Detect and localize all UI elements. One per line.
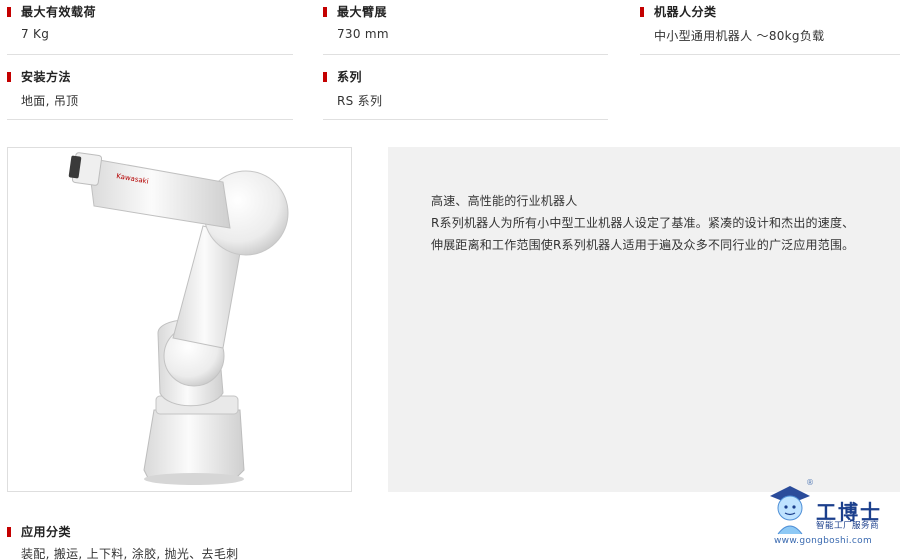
spec-reach: 最大臂展 730 mm — [323, 3, 608, 55]
bullet-marker — [323, 6, 327, 17]
bullet-marker — [7, 526, 11, 537]
watermark-tagline: 智能工厂服务商 — [816, 521, 880, 531]
description-title: 高速、高性能的行业机器人 — [431, 194, 578, 208]
spec-value: 地面, 吊顶 — [21, 94, 79, 108]
spec-value: RS 系列 — [337, 94, 383, 108]
watermark-logo: ® 工博士 智能工厂服务商 www.gongboshi.com — [760, 476, 900, 560]
registered-mark: ® — [806, 478, 814, 487]
bullet-marker — [640, 6, 644, 17]
robot-arm-illustration: Kawasaki — [68, 152, 289, 485]
spec-series: 系列 RS 系列 — [323, 68, 608, 120]
divider — [323, 54, 608, 55]
divider — [7, 119, 293, 120]
spec-label: 系列 — [337, 70, 363, 84]
bullet-marker — [323, 71, 327, 82]
spec-label: 安装方法 — [21, 70, 72, 84]
description-panel: 高速、高性能的行业机器人 R系列机器人为所有小中型工业机器人设定了基准。紧凑的设… — [388, 147, 900, 492]
spec-value: 装配, 搬运, 上下料, 涂胶, 抛光、去毛刺 — [21, 547, 239, 560]
mascot-icon — [770, 486, 810, 535]
product-image: Kawasaki — [7, 147, 352, 492]
spec-category: 机器人分类 中小型通用机器人 ～80kg负载 — [640, 3, 900, 55]
bullet-marker — [7, 71, 11, 82]
spec-value: 中小型通用机器人 ～80kg负载 — [654, 29, 825, 43]
spec-payload: 最大有效载荷 7 Kg — [7, 3, 293, 55]
spec-label: 最大臂展 — [337, 5, 388, 19]
bullet-marker — [7, 6, 11, 17]
divider — [640, 54, 900, 55]
spec-value: 730 mm — [337, 27, 389, 41]
description-text: 伸展距离和工作范围使R系列机器人适用于遍及众多不同行业的广泛应用范围。 — [431, 238, 855, 252]
spec-label: 机器人分类 — [654, 5, 717, 19]
spec-label: 最大有效载荷 — [21, 5, 97, 19]
watermark-url: www.gongboshi.com — [774, 536, 873, 546]
spec-application: 应用分类 装配, 搬运, 上下料, 涂胶, 抛光、去毛刺 — [7, 523, 307, 560]
spec-value: 7 Kg — [21, 27, 50, 41]
spec-label: 应用分类 — [21, 525, 72, 539]
divider — [7, 54, 293, 55]
spec-mounting: 安装方法 地面, 吊顶 — [7, 68, 293, 120]
description-text: R系列机器人为所有小中型工业机器人设定了基准。紧凑的设计和杰出的速度、 — [431, 216, 855, 230]
divider — [323, 119, 608, 120]
